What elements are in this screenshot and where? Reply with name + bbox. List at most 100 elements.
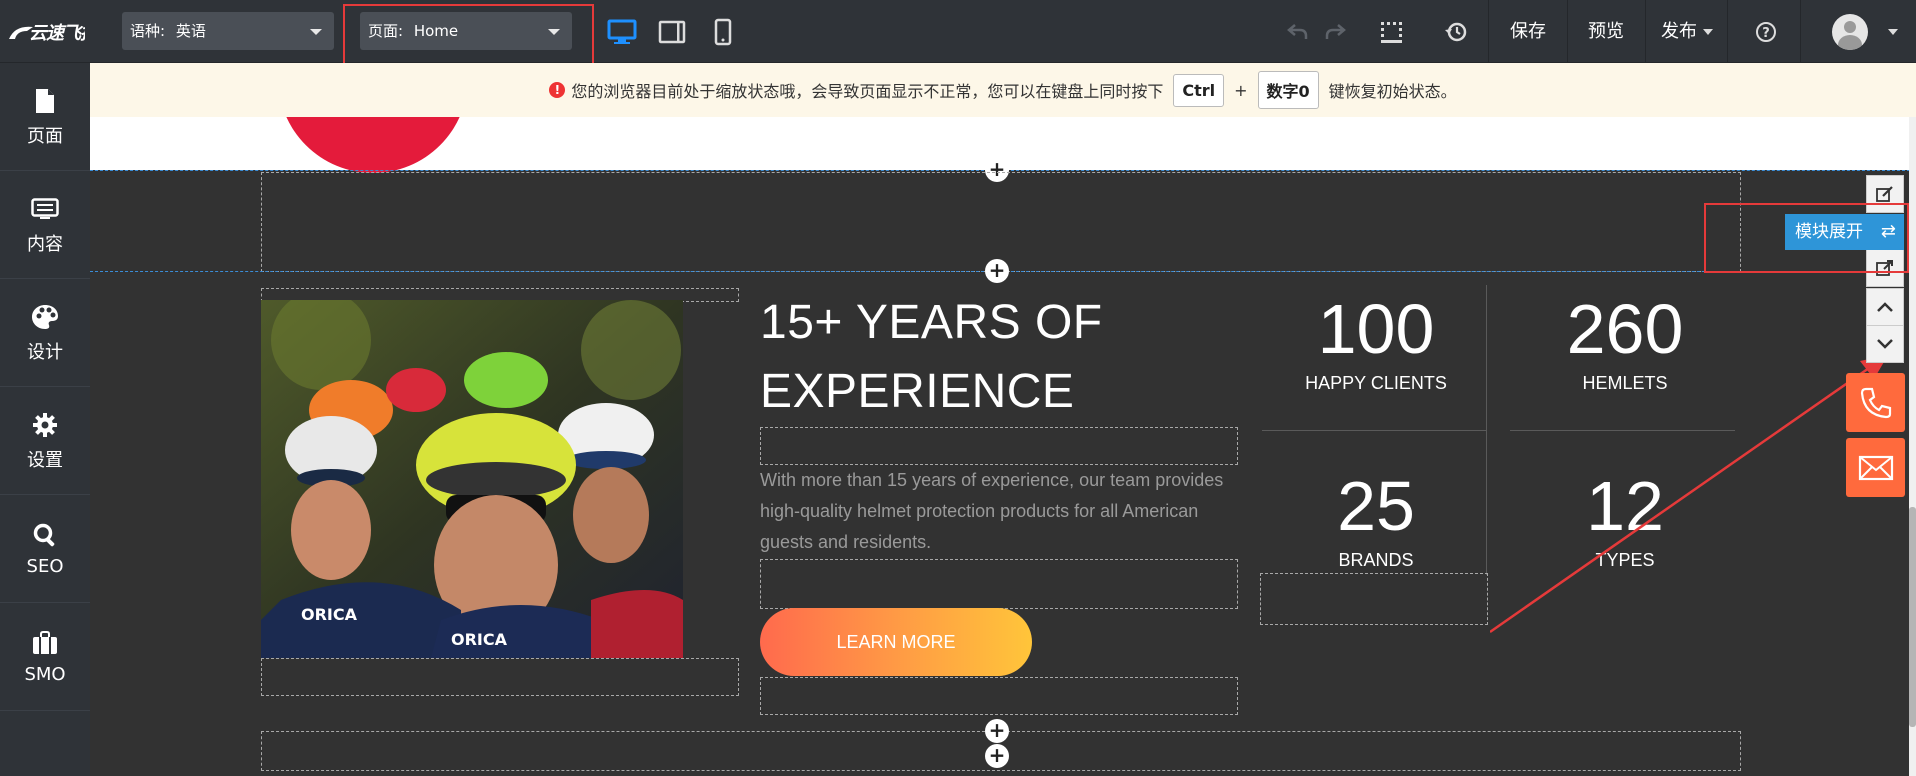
briefcase-icon (30, 628, 60, 658)
toolbar-divider (1800, 0, 1801, 63)
move-up-button[interactable] (1866, 288, 1904, 326)
key-zero: 数字0 (1257, 71, 1319, 109)
stat-block-outline[interactable] (1260, 573, 1488, 625)
sidebar-item-design[interactable]: 设计 (0, 279, 90, 387)
stat-number-brands: 25 (1337, 467, 1415, 545)
chevron-down-icon[interactable] (1888, 29, 1898, 35)
button-block-outline[interactable] (760, 677, 1238, 715)
stat-number-clients: 100 (1317, 290, 1435, 368)
section-heading[interactable]: 15+ YEARS OF EXPERIENCE (760, 288, 1103, 426)
list-icon (30, 194, 60, 224)
sidebar-item-label: 设置 (27, 449, 63, 471)
search-icon (30, 520, 60, 550)
desktop-view-button[interactable] (604, 14, 640, 50)
help-icon[interactable]: ? (1748, 14, 1784, 50)
history-icon[interactable] (1438, 14, 1474, 50)
key-ctrl: Ctrl (1173, 73, 1225, 107)
notice-plus: + (1234, 80, 1248, 100)
sidebar-item-content[interactable]: 内容 (0, 171, 90, 279)
brand-logo-icon: 云速飞扬 (9, 23, 85, 44)
sidebar-item-smo[interactable]: SMO (0, 603, 90, 711)
svg-text:云速飞扬: 云速飞扬 (29, 23, 85, 44)
sidebar-item-label: 内容 (27, 233, 63, 255)
move-down-button[interactable] (1866, 325, 1904, 363)
edit-icon (1876, 186, 1893, 202)
add-module-button[interactable]: + (985, 719, 1009, 743)
preview-button[interactable]: 预览 (1568, 0, 1644, 63)
site-logo-partial (278, 117, 468, 173)
canvas-scrollbar[interactable] (1909, 117, 1916, 776)
mobile-icon (714, 18, 732, 46)
cyclists-image: ORICA ORICA (261, 300, 683, 658)
mobile-view-button[interactable] (705, 14, 741, 50)
svg-text:ORICA: ORICA (451, 630, 508, 649)
image-caption-outline[interactable] (261, 658, 739, 696)
save-button[interactable]: 保存 (1490, 0, 1566, 63)
notice-text-end: 键恢复初始状态。 (1328, 82, 1457, 101)
tablet-view-button[interactable] (654, 14, 690, 50)
file-icon (30, 86, 60, 116)
svg-text:ORICA: ORICA (301, 605, 358, 624)
sidebar-item-label: SMO (24, 664, 66, 685)
sidebar-item-settings[interactable]: 设置 (0, 387, 90, 495)
cyclists-photo[interactable]: ORICA ORICA (261, 300, 683, 658)
publish-label: 发布 (1661, 21, 1697, 42)
language-select[interactable]: 语种: 英语 (122, 12, 334, 50)
module-expand-button[interactable]: 模块展开 ⇄ (1785, 214, 1904, 250)
text-block-outline[interactable] (760, 559, 1238, 609)
language-select-value: 英语 (175, 22, 206, 40)
page-select-value: Home (413, 22, 459, 40)
sidebar-item-seo[interactable]: SEO (0, 495, 90, 603)
publish-button[interactable]: 发布 (1646, 0, 1726, 63)
section-heading-line1: 15+ YEARS OF (760, 296, 1103, 349)
sidebar-item-label: 设计 (27, 341, 63, 363)
notice-text: 您的浏览器目前处于缩放状态哦，会导致页面显示不正常，您可以在键盘上同时按下 (571, 82, 1164, 101)
chevron-down-icon (310, 29, 322, 35)
palette-icon (30, 302, 60, 332)
add-module-button[interactable]: + (985, 259, 1009, 283)
desktop-icon (607, 19, 637, 44)
toolbar-divider (1727, 0, 1728, 63)
left-sidebar: 页面 内容 设计 设置 SEO SMO (0, 63, 90, 776)
avatar-head (1844, 21, 1856, 33)
svg-text:?: ? (1762, 26, 1770, 41)
sidebar-item-label: 页面 (27, 125, 63, 147)
grid-icon[interactable] (1373, 14, 1409, 50)
annotation-arrow (1490, 355, 1888, 634)
chevron-down-icon (1703, 29, 1713, 35)
scrollbar-thumb[interactable] (1909, 507, 1916, 727)
chevron-down-icon (1877, 339, 1893, 349)
add-module-button[interactable]: + (985, 744, 1009, 768)
sidebar-item-label: SEO (26, 556, 64, 577)
section-description[interactable]: With more than 15 years of experience, o… (760, 465, 1230, 558)
stat-label-brands: BRANDS (1338, 550, 1414, 570)
language-select-label: 语种: (130, 22, 166, 40)
redo-icon[interactable] (1317, 14, 1353, 50)
section-heading-line2: EXPERIENCE (760, 365, 1075, 418)
zoom-warning-notice: ! 您的浏览器目前处于缩放状态哦，会导致页面显示不正常，您可以在键盘上同时按下 … (90, 63, 1916, 117)
page-select[interactable]: 页面: Home (360, 12, 572, 50)
gear-icon (30, 410, 60, 440)
stats-divider-horizontal (1262, 430, 1486, 431)
tablet-icon (658, 20, 686, 44)
stat-label-clients: HAPPY CLIENTS (1305, 373, 1447, 393)
editor-canvas: + + ORICA ORICA 15+ YEARS OF EXPERIENCE … (90, 117, 1910, 776)
email-contact-button[interactable] (1846, 438, 1905, 497)
phone-icon (1860, 387, 1891, 418)
chevron-down-icon (548, 29, 560, 35)
mail-icon (1858, 455, 1893, 480)
user-avatar[interactable] (1832, 14, 1868, 50)
swap-arrows-icon: ⇄ (1880, 221, 1896, 242)
chevron-up-icon (1877, 302, 1893, 312)
text-block-outline[interactable] (760, 427, 1238, 465)
warning-icon: ! (549, 82, 566, 98)
brand-logo[interactable]: 云速飞扬 (0, 0, 90, 63)
toolbar-divider (1488, 0, 1489, 63)
phone-contact-button[interactable] (1846, 373, 1905, 432)
module-expand-label: 模块展开 (1795, 222, 1863, 242)
sidebar-item-page[interactable]: 页面 (0, 63, 90, 171)
top-toolbar: 云速飞扬 语种: 英语 页面: Home (0, 0, 1916, 65)
page-select-label: 页面: (368, 22, 404, 40)
learn-more-button[interactable]: LEARN MORE (760, 608, 1032, 676)
undo-icon[interactable] (1280, 14, 1316, 50)
